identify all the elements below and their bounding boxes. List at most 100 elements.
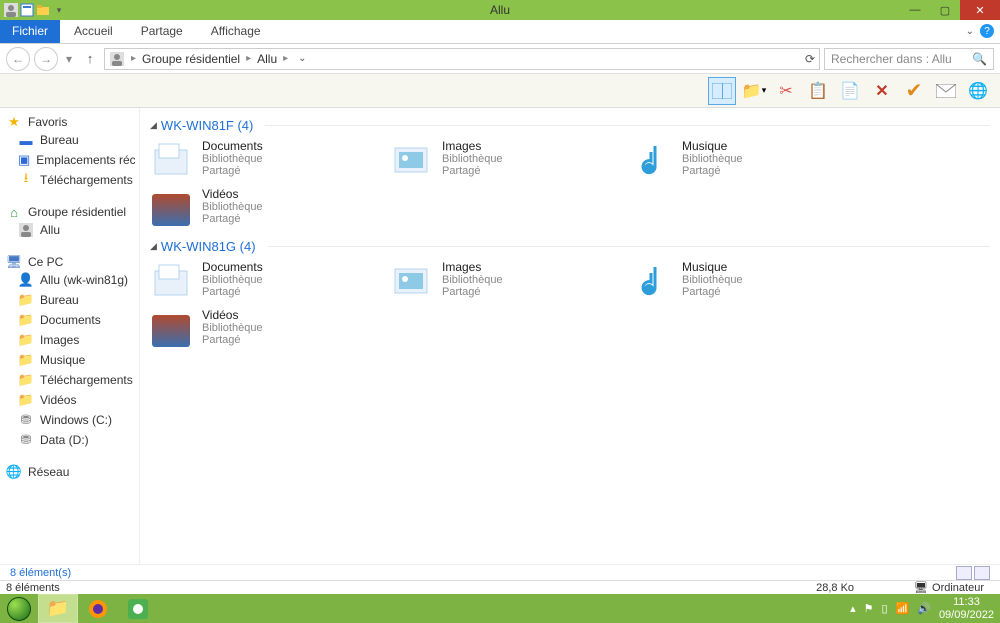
music-icon xyxy=(630,139,672,181)
mail-button[interactable] xyxy=(932,77,960,105)
library-item[interactable]: MusiqueBibliothèquePartagé xyxy=(630,260,830,302)
search-placeholder: Rechercher dans : Allu xyxy=(831,52,952,66)
globe-button[interactable]: 🌐 xyxy=(964,77,992,105)
taskbar-explorer[interactable]: 📁 xyxy=(38,594,78,623)
maximize-button[interactable]: ▢ xyxy=(930,0,960,20)
qat-properties-icon[interactable] xyxy=(20,3,34,17)
tab-affichage[interactable]: Affichage xyxy=(197,20,275,43)
folder-icon: 📁 xyxy=(18,312,34,328)
refresh-button[interactable]: ⟳ xyxy=(805,52,815,66)
sidebar-item[interactable]: 📁Documents xyxy=(4,310,135,330)
start-button[interactable] xyxy=(0,594,38,623)
confirm-button[interactable]: ✔ xyxy=(900,77,928,105)
folder-icon: 📁 xyxy=(18,392,34,408)
delete-button[interactable]: ✕ xyxy=(868,77,896,105)
collapse-icon: ◢ xyxy=(150,120,157,131)
help-icon[interactable]: ? xyxy=(980,24,994,38)
homegroup-icon: ⌂ xyxy=(6,204,22,220)
sidebar-item[interactable]: ⛃Windows (C:) xyxy=(4,410,135,430)
breadcrumb-item[interactable]: Allu xyxy=(257,52,277,66)
item-sub2: Partagé xyxy=(442,165,503,177)
copy-button[interactable]: 📋 xyxy=(804,77,832,105)
preview-pane-button[interactable] xyxy=(708,77,736,105)
tab-accueil[interactable]: Accueil xyxy=(60,20,127,43)
minimize-button[interactable]: ― xyxy=(900,0,930,20)
view-details-button[interactable] xyxy=(956,566,972,580)
organize-button[interactable]: 📁▾ xyxy=(740,77,768,105)
download-icon: ⭳ xyxy=(18,172,34,188)
sidebar-item-allu[interactable]: Allu xyxy=(4,220,135,240)
close-button[interactable]: ✕ xyxy=(960,0,1000,20)
item-name: Images xyxy=(442,260,503,274)
taskbar-firefox[interactable] xyxy=(78,594,118,623)
taskbar-app[interactable] xyxy=(118,594,158,623)
tray-battery-icon[interactable]: ▯ xyxy=(881,602,887,615)
item-sub1: Bibliothèque xyxy=(202,201,263,213)
network-icon: 🌐 xyxy=(6,464,22,480)
sidebar-homegroup[interactable]: ⌂Groupe résidentiel xyxy=(4,204,135,220)
ribbon-collapse-icon[interactable]: ⌄ xyxy=(966,26,974,37)
documents-icon xyxy=(150,139,192,181)
back-button[interactable]: ← xyxy=(6,47,30,71)
sidebar-item[interactable]: ⛃Data (D:) xyxy=(4,430,135,450)
sidebar-item-downloads[interactable]: ⭳Téléchargements xyxy=(4,170,135,190)
sidebar-item[interactable]: 👤Allu (wk-win81g) xyxy=(4,270,135,290)
library-item[interactable]: VidéosBibliothèquePartagé xyxy=(150,187,350,229)
sidebar-item[interactable]: 📁Musique xyxy=(4,350,135,370)
tray-clock[interactable]: 11:33 09/09/2022 xyxy=(939,596,994,620)
recent-icon: ▣ xyxy=(18,152,30,168)
sidebar-thispc[interactable]: 🖥Ce PC xyxy=(4,254,135,270)
breadcrumb-sep-icon[interactable]: ▸ xyxy=(131,53,136,64)
sidebar-item-bureau[interactable]: ▬Bureau xyxy=(4,130,135,150)
section-header[interactable]: ◢WK-WIN81G (4) xyxy=(150,239,990,254)
sidebar-item[interactable]: 📁Bureau xyxy=(4,290,135,310)
breadcrumb-item[interactable]: Groupe résidentiel xyxy=(142,52,240,66)
sidebar-network[interactable]: 🌐Réseau xyxy=(4,464,135,480)
address-dropdown-icon[interactable]: ⌄ xyxy=(298,53,306,64)
sidebar-item[interactable]: 📁Vidéos xyxy=(4,390,135,410)
history-dropdown[interactable]: ▾ xyxy=(62,47,76,71)
breadcrumb-sep-icon[interactable]: ▸ xyxy=(246,53,251,64)
address-bar[interactable]: ▸ Groupe résidentiel ▸ Allu ▸ ⌄ ⟳ xyxy=(104,48,820,70)
section-header[interactable]: ◢ WK-WIN81F (4) xyxy=(150,118,990,133)
address-user-icon xyxy=(109,51,125,67)
paste-button[interactable]: 📄 xyxy=(836,77,864,105)
tab-partage[interactable]: Partage xyxy=(127,20,197,43)
search-box[interactable]: Rechercher dans : Allu 🔍 xyxy=(824,48,994,70)
sidebar-item-recent[interactable]: ▣Emplacements récen xyxy=(4,150,135,170)
file-tab[interactable]: Fichier xyxy=(0,20,60,43)
forward-button[interactable]: → xyxy=(34,47,58,71)
qat-dropdown-icon[interactable]: ▾ xyxy=(52,3,66,17)
item-sub2: Partagé xyxy=(202,165,263,177)
item-sub2: Partagé xyxy=(202,213,263,225)
qat-newfolder-icon[interactable] xyxy=(36,3,50,17)
cut-button[interactable]: ✂ xyxy=(772,77,800,105)
pc-icon: 🖥 xyxy=(6,254,22,270)
library-item[interactable]: ImagesBibliothèquePartagé xyxy=(390,139,590,181)
section-title: WK-WIN81F (4) xyxy=(161,118,253,133)
taskbar: 📁 ▴ ⚑ ▯ 📶 🔊 11:33 09/09/2022 xyxy=(0,594,1000,623)
item-sub1: Bibliothèque xyxy=(202,274,263,286)
sidebar-item[interactable]: 📁Téléchargements xyxy=(4,370,135,390)
outer-status-bar: 8 éléments 28,8 Ko 🖥Ordinateur xyxy=(0,580,1000,594)
library-item[interactable]: VidéosBibliothèquePartagé xyxy=(150,308,350,350)
item-name: Documents xyxy=(202,260,263,274)
item-name: Images xyxy=(442,139,503,153)
library-item[interactable]: DocumentsBibliothèquePartagé xyxy=(150,139,350,181)
tray-network-icon[interactable]: 📶 xyxy=(896,602,910,615)
sidebar-item[interactable]: 📁Images xyxy=(4,330,135,350)
view-tiles-button[interactable] xyxy=(974,566,990,580)
folder-icon: 📁 xyxy=(18,372,34,388)
library-item[interactable]: ImagesBibliothèquePartagé xyxy=(390,260,590,302)
up-button[interactable]: ↑ xyxy=(80,49,100,69)
tray-flag-icon[interactable]: ⚑ xyxy=(864,602,874,615)
tray-volume-icon[interactable]: 🔊 xyxy=(917,602,931,615)
tray-chevron-icon[interactable]: ▴ xyxy=(850,602,856,615)
qat-user-icon[interactable] xyxy=(4,3,18,17)
library-item[interactable]: DocumentsBibliothèquePartagé xyxy=(150,260,350,302)
library-item[interactable]: MusiqueBibliothèquePartagé xyxy=(630,139,830,181)
breadcrumb-sep-icon[interactable]: ▸ xyxy=(283,53,288,64)
content-area[interactable]: ◢WK-WIN81F (4)DocumentsBibliothèqueParta… xyxy=(140,108,1000,564)
pc-icon: 🖥 xyxy=(914,581,928,594)
sidebar-favoris[interactable]: ★Favoris xyxy=(4,114,135,130)
